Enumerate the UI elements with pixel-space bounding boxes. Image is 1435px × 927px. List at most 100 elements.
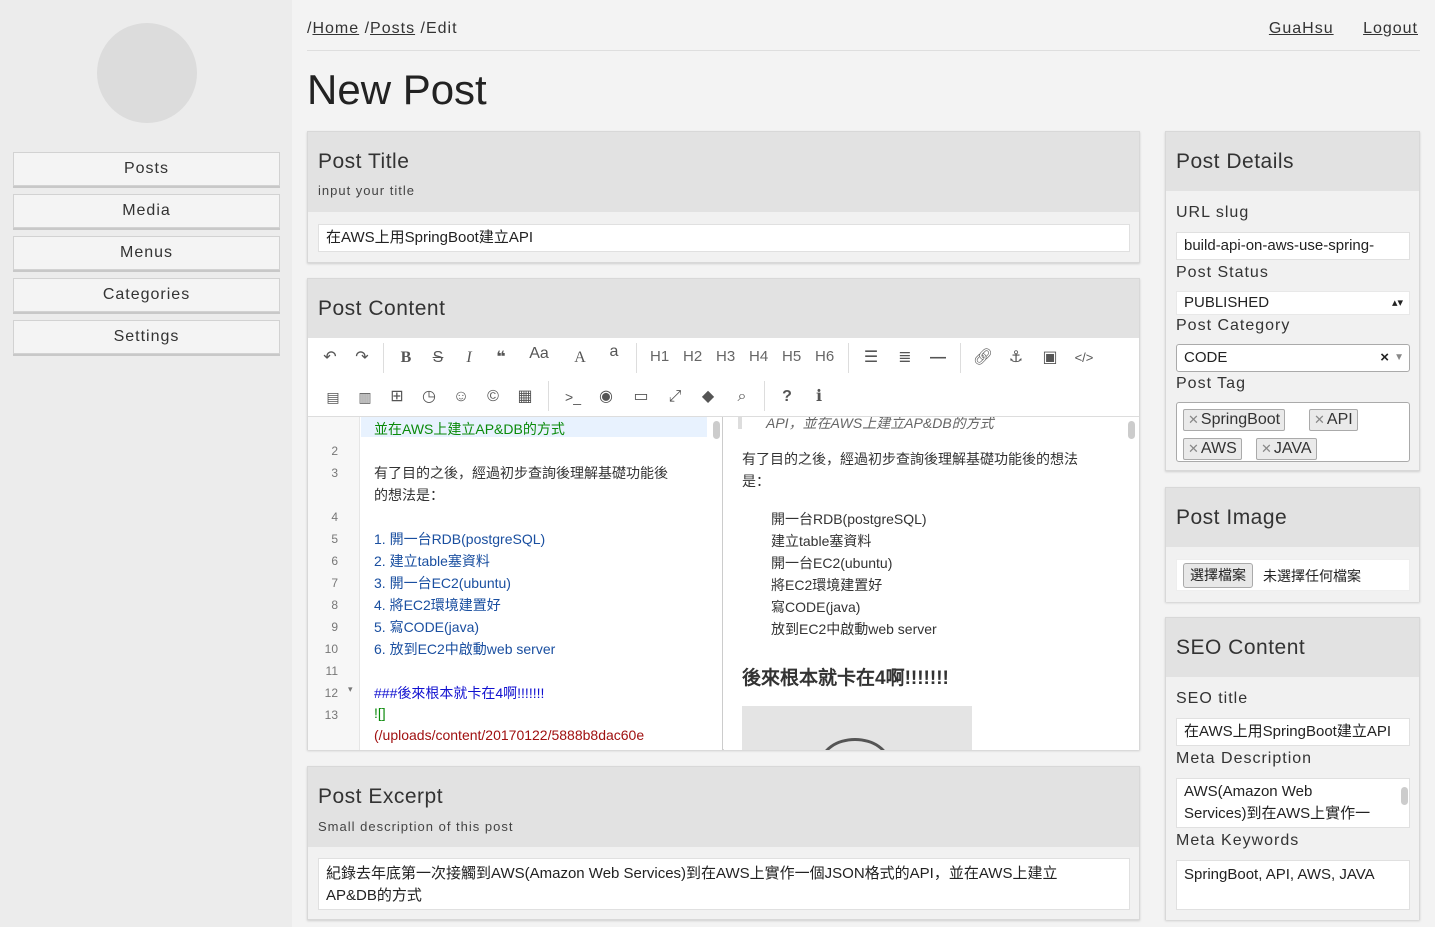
code-line[interactable]: 5. 寫CODE(java): [374, 617, 479, 637]
preview-quote: API，並在AWS上建立AP&DB的方式: [766, 417, 994, 431]
editor-code-pane[interactable]: 並在AWS上建立AP&DB的方式 2 3 有了目的之後，經過初步查詢後理解基礎功能後的…: [308, 417, 723, 750]
h3-button[interactable]: H3: [716, 348, 735, 365]
link-icon[interactable]: 🔗︎: [972, 348, 994, 368]
code-block-icon[interactable]: ▤: [322, 387, 344, 407]
unordered-list-icon[interactable]: ☰: [860, 348, 882, 368]
horizontal-rule-icon[interactable]: —: [927, 348, 949, 368]
choose-file-button[interactable]: 選擇檔案: [1183, 563, 1253, 588]
post-image-panel: Post Image 選擇檔案 未選擇任何檔案: [1165, 487, 1420, 602]
datetime-icon[interactable]: ◷: [418, 387, 440, 407]
remove-tag-icon[interactable]: ✕: [1188, 412, 1199, 427]
excerpt-textarea[interactable]: 紀錄去年底第一次接觸到AWS(Amazon Web Services)到在AWS…: [318, 858, 1130, 910]
panel-title: Post Content: [318, 297, 446, 320]
preview-heading: 後來根本就卡在4啊!!!!!!!: [742, 668, 949, 689]
h4-button[interactable]: H4: [749, 348, 768, 365]
clear-icon[interactable]: ◆: [697, 387, 719, 407]
emoji-icon[interactable]: ☺: [450, 387, 472, 407]
remove-tag-icon[interactable]: ✕: [1261, 441, 1272, 456]
fold-arrow-icon[interactable]: ▾: [348, 684, 353, 695]
line-number: 11: [325, 664, 338, 678]
sidebar-item-settings[interactable]: Settings: [13, 320, 280, 354]
code-icon[interactable]: </>: [1073, 348, 1095, 368]
post-title-input[interactable]: 在AWS上用SpringBoot建立API: [318, 224, 1130, 252]
info-icon[interactable]: ℹ: [808, 387, 830, 407]
image-icon[interactable]: ▣: [1039, 348, 1061, 368]
tag-chip[interactable]: ✕ SpringBoot: [1183, 409, 1286, 431]
post-tag-input[interactable]: ✕ SpringBoot ✕ API ✕ AWS ✕ JAVA: [1176, 402, 1410, 462]
redo-icon[interactable]: ↷: [351, 348, 373, 368]
preview-list-item: 將EC2環境建置好: [771, 577, 883, 593]
breadcrumb-home-link[interactable]: Home: [312, 20, 359, 37]
preview-image: [742, 706, 972, 750]
file-status: 未選擇任何檔案: [1263, 568, 1361, 584]
post-status-select[interactable]: PUBLISHED ▴▾: [1176, 291, 1410, 315]
line-number: 2: [331, 444, 338, 458]
sidebar-item-categories[interactable]: Categories: [13, 278, 280, 312]
italic-icon[interactable]: I: [458, 348, 480, 368]
scrollbar[interactable]: [713, 421, 720, 439]
h6-button[interactable]: H6: [815, 348, 834, 365]
meta-keywords-textarea[interactable]: SpringBoot, API, AWS, JAVA: [1176, 860, 1410, 910]
code-line[interactable]: 4. 將EC2環境建置好: [374, 595, 501, 615]
code-line[interactable]: 6. 放到EC2中啟動web server: [374, 639, 555, 659]
code-line[interactable]: 並在AWS上建立AP&DB的方式: [374, 419, 565, 439]
code-line[interactable]: ![]: [374, 705, 386, 721]
code-line[interactable]: (/uploads/content/20170122/5888b8dac60e: [374, 727, 644, 743]
seo-title-input[interactable]: 在AWS上用SpringBoot建立API: [1176, 718, 1410, 746]
preview-icon[interactable]: ▭: [630, 387, 652, 407]
h1-button[interactable]: H1: [650, 348, 669, 365]
tag-chip[interactable]: ✕ JAVA: [1256, 438, 1317, 460]
code-file-icon[interactable]: ▥: [354, 387, 376, 407]
preview-list-item: 開一台RDB(postgreSQL): [771, 511, 927, 527]
h2-button[interactable]: H2: [683, 348, 702, 365]
sidebar-item-posts[interactable]: Posts: [13, 152, 280, 186]
case-icon[interactable]: Aa: [524, 344, 554, 364]
toolbar-divider: [848, 343, 849, 373]
scrollbar[interactable]: [1401, 787, 1408, 805]
avatar[interactable]: [97, 23, 197, 123]
h5-button[interactable]: H5: [782, 348, 801, 365]
tag-chip[interactable]: ✕ AWS: [1183, 438, 1242, 460]
code-line[interactable]: 有了目的之後，經過初步查詢後理解基礎功能後: [374, 463, 668, 483]
meta-description-textarea[interactable]: AWS(Amazon Web Services)到在AWS上實作一: [1176, 778, 1410, 828]
post-category-select[interactable]: CODE × ▼: [1176, 344, 1410, 372]
logout-link[interactable]: Logout: [1363, 20, 1418, 37]
code-line[interactable]: 2. 建立table塞資料: [374, 551, 490, 571]
quote-icon[interactable]: ❝: [490, 348, 512, 368]
font-size-icon[interactable]: A: [569, 348, 591, 368]
scrollbar[interactable]: [1128, 421, 1135, 439]
remove-tag-icon[interactable]: ✕: [1314, 412, 1325, 427]
excerpt-text: 紀錄去年底第一次接觸到AWS(Amazon Web Services)到在AWS…: [326, 865, 1058, 882]
breadcrumb-posts-link[interactable]: Posts: [370, 20, 415, 37]
table-icon[interactable]: ⊞: [386, 387, 408, 407]
anchor-icon[interactable]: ⚓︎: [1005, 348, 1027, 368]
help-icon[interactable]: ?: [776, 387, 798, 407]
code-line[interactable]: 3. 開一台EC2(ubuntu): [374, 573, 511, 593]
sidebar-item-media[interactable]: Media: [13, 194, 280, 228]
code-line[interactable]: 的想法是：: [374, 485, 444, 505]
ordered-list-icon[interactable]: ≣: [894, 348, 916, 368]
sidebar-item-menus[interactable]: Menus: [13, 236, 280, 270]
post-category-value: CODE: [1184, 349, 1228, 366]
preview-list-item: 開一台EC2(ubuntu): [771, 555, 893, 571]
post-content-panel: Post Content ↶ ↷ B S I ❝ Aa A a H1 H2 H3…: [307, 278, 1140, 750]
seo-title-label: SEO title: [1176, 690, 1249, 707]
url-slug-input[interactable]: build-api-on-aws-use-spring-: [1176, 232, 1410, 260]
code-line[interactable]: ###後來根本就卡在4啊!!!!!!!: [374, 683, 544, 703]
html-entities-icon[interactable]: ©: [482, 387, 504, 407]
strikethrough-icon[interactable]: S: [427, 348, 449, 368]
clear-icon[interactable]: ×: [1380, 345, 1389, 371]
tag-chip[interactable]: ✕ API: [1309, 409, 1358, 431]
user-link[interactable]: GuaHsu: [1269, 20, 1334, 37]
fullscreen-icon[interactable]: ⤢: [664, 387, 686, 407]
pagebreak-icon[interactable]: ▦: [514, 387, 536, 407]
line-number: 8: [331, 598, 338, 612]
font-style-icon[interactable]: a: [603, 342, 625, 362]
code-line[interactable]: 1. 開一台RDB(postgreSQL): [374, 529, 545, 549]
search-icon[interactable]: ⌕: [731, 387, 753, 407]
watch-icon[interactable]: ◉: [595, 387, 617, 407]
bold-icon[interactable]: B: [395, 348, 417, 368]
terminal-icon[interactable]: >_: [562, 387, 584, 407]
undo-icon[interactable]: ↶: [319, 348, 341, 368]
remove-tag-icon[interactable]: ✕: [1188, 441, 1199, 456]
